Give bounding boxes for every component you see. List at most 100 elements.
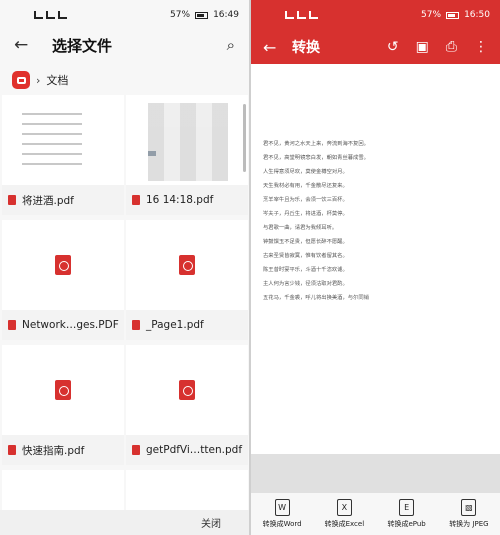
pdf-icon (8, 445, 16, 455)
signal-icon (34, 11, 43, 19)
signal-icon (46, 11, 55, 19)
document-line: 与君歌一曲，请君为我倾耳听。 (263, 225, 338, 231)
file-thumbnail (2, 95, 124, 185)
right-status-bar: 57% 16:50 (251, 0, 500, 30)
close-bar: 关闭 (0, 510, 249, 535)
file-name-row: 16 14:18.pdf (126, 185, 248, 215)
document-line: 古来圣贤皆寂寞，惟有饮者留其名。 (263, 253, 348, 259)
pdf-icon (132, 445, 140, 455)
status-time: 16:50 (464, 10, 490, 20)
save-icon[interactable]: ▣ (416, 39, 429, 55)
file-name-row: 将进酒.pdf (2, 185, 124, 215)
file-card[interactable]: Network…ges.PDF (2, 220, 124, 340)
file-thumbnail (2, 220, 124, 310)
pdf-icon (55, 380, 71, 400)
document-line: 人生得意须尽欢，莫使金樽空对月。 (263, 169, 348, 175)
convert-word-button[interactable]: W 转换成Word (253, 499, 311, 529)
more-icon[interactable]: ⋮ (474, 39, 488, 55)
document-line: 君不见，黄河之水天上来，奔流到海不复回。 (263, 141, 369, 147)
pdf-icon (8, 195, 16, 205)
document-preview-lines (22, 113, 82, 173)
word-icon: W (274, 499, 290, 516)
tool-label: 转换为 JPEG (449, 520, 489, 528)
convert-screen: 57% 16:50 ← 转换 ↺ ▣ ⎙ ⋮ 君不见，黄河之水天上来，奔流到海不… (251, 0, 500, 535)
convert-header: ← 转换 ↺ ▣ ⎙ ⋮ (251, 30, 500, 64)
document-line: 钟鼓馔玉不足贵，但愿长醉不愿醒。 (263, 239, 348, 245)
document-line: 天生我材必有用，千金散尽还复来。 (263, 183, 348, 189)
file-name-row: _Page1.pdf (126, 310, 248, 340)
excel-icon: X (336, 499, 352, 516)
wifi-icon (58, 11, 67, 19)
file-card[interactable]: getPdfVi…tten.pdf (126, 345, 248, 465)
undo-icon[interactable]: ↺ (387, 39, 399, 55)
status-time: 16:49 (213, 10, 239, 20)
file-card[interactable]: 将进酒.pdf (2, 95, 124, 215)
pdf-icon (132, 320, 140, 330)
conversion-toolbar: W 转换成Word X 转换成Excel E 转换成ePub ▧ 转换为 JPE… (251, 493, 500, 535)
epub-icon: E (399, 499, 415, 516)
status-icons (285, 11, 318, 19)
status-right: 57% 16:49 (170, 10, 239, 20)
file-picker-screen: 57% 16:49 ← 选择文件 ⌕ › 文档 将进酒.pdf 16 14:18… (0, 0, 249, 535)
file-name: 快速指南.pdf (22, 444, 85, 457)
file-card[interactable]: 快速指南.pdf (2, 345, 124, 465)
convert-excel-button[interactable]: X 转换成Excel (315, 499, 373, 529)
breadcrumb: › 文档 (0, 60, 249, 100)
file-name-row: Network…ges.PDF (2, 310, 124, 340)
status-icons (34, 11, 67, 19)
document-line: 烹羊宰牛且为乐，会须一饮三百杯。 (263, 197, 348, 203)
file-name-row: getPdfVi…tten.pdf (126, 435, 248, 465)
file-name: _Page1.pdf (146, 319, 204, 331)
left-header: ← 选择文件 ⌕ (0, 30, 249, 60)
status-battery-text: 57% (421, 10, 442, 20)
header-actions: ↺ ▣ ⎙ ⋮ (387, 39, 488, 55)
folder-logo-icon[interactable] (12, 71, 30, 89)
tool-label: 转换成Excel (324, 520, 365, 528)
page-title: 转换 (292, 40, 320, 56)
close-button[interactable]: 关闭 (201, 515, 221, 530)
file-thumbnail (126, 95, 248, 185)
scrollbar[interactable] (243, 104, 246, 172)
back-arrow-icon[interactable]: ← (14, 35, 42, 55)
file-name: Network…ges.PDF (22, 319, 119, 331)
print-icon[interactable]: ⎙ (446, 39, 457, 55)
left-status-bar: 57% 16:49 (0, 0, 249, 30)
document-line: 五花马，千金裘，呼儿将出换美酒，与尔同销 (263, 295, 369, 301)
back-arrow-icon[interactable]: ← (263, 38, 287, 57)
document-line: 岑夫子，丹丘生，将进酒，杯莫停。 (263, 211, 348, 217)
file-card[interactable]: _Page1.pdf (126, 220, 248, 340)
tool-label: 转换成Word (262, 520, 302, 528)
status-battery-text: 57% (170, 10, 191, 20)
chevron-right-icon: › (36, 73, 41, 87)
tool-label: 转换成ePub (387, 520, 426, 528)
screen: 57% 16:49 ← 选择文件 ⌕ › 文档 将进酒.pdf 16 14:18… (0, 0, 500, 535)
file-thumbnail (2, 345, 124, 435)
convert-jpeg-button[interactable]: ▧ 转换为 JPEG (440, 499, 498, 529)
battery-icon (446, 11, 460, 19)
blurred-preview (148, 103, 228, 181)
signal-icon (285, 11, 294, 19)
pdf-icon (179, 380, 195, 400)
document-preview: 君不见，黄河之水天上来，奔流到海不复回。 君不见，高堂明镜悲白发，朝如青丝暮成雪。… (251, 64, 500, 454)
file-thumbnail (126, 345, 248, 435)
file-thumbnail (126, 220, 248, 310)
file-card[interactable]: 16 14:18.pdf (126, 95, 248, 215)
file-name-row: 快速指南.pdf (2, 435, 124, 465)
document-line: 陈王昔时宴平乐，斗酒十千恣欢谑。 (263, 267, 348, 273)
file-name: 将进酒.pdf (22, 194, 74, 207)
battery-icon (195, 11, 209, 19)
wifi-icon (309, 11, 318, 19)
convert-epub-button[interactable]: E 转换成ePub (378, 499, 436, 529)
signal-icon (297, 11, 306, 19)
file-name: getPdfVi…tten.pdf (146, 444, 243, 456)
breadcrumb-folder[interactable]: 文档 (46, 72, 68, 88)
document-line: 主人何为言少钱，径须沽取对君酌。 (263, 281, 348, 287)
search-icon[interactable]: ⌕ (227, 36, 235, 54)
page-title: 选择文件 (52, 36, 113, 55)
pdf-icon (8, 320, 16, 330)
document-text: 君不见，黄河之水天上来，奔流到海不复回。 君不见，高堂明镜悲白发，朝如青丝暮成雪。… (263, 137, 473, 305)
pdf-icon (179, 255, 195, 275)
pdf-icon (132, 195, 140, 205)
jpeg-icon: ▧ (461, 499, 477, 516)
status-right: 57% 16:50 (421, 10, 490, 20)
